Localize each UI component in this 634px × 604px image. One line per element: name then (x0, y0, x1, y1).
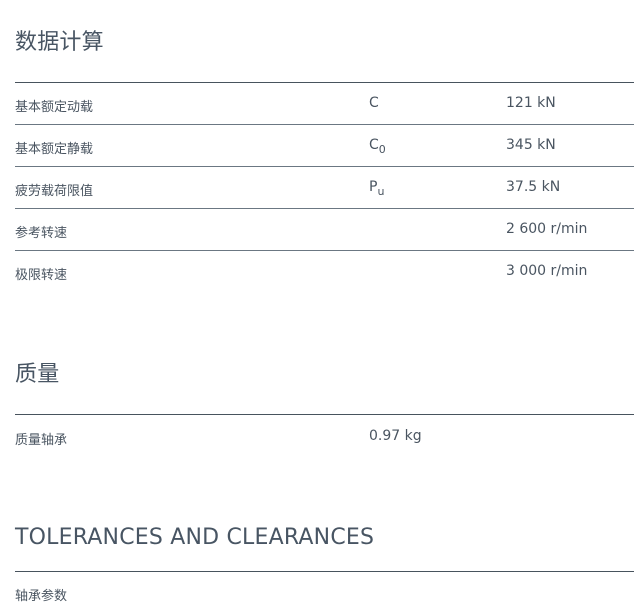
calculation-section-title: 数据计算 (15, 30, 104, 55)
spec-symbol: C0 (369, 137, 386, 156)
spec-label: 疲劳载荷限值 (15, 184, 94, 199)
spec-value: 2 600 r/min (506, 221, 588, 237)
tolerances-first-row-label: 轴承参数 (15, 589, 68, 604)
spec-label: 极限转速 (15, 268, 68, 283)
spec-label: 参考转速 (15, 226, 68, 241)
spec-value: 0.97 kg (369, 428, 422, 444)
spec-row-reference-speed: 参考转速 2 600 r/min (15, 209, 634, 251)
spec-symbol: Pu (369, 179, 385, 198)
spec-value: 345 kN (506, 137, 556, 153)
spec-value: 3 000 r/min (506, 263, 588, 279)
spec-row-bearing-mass: 质量轴承 0.97 kg (15, 416, 634, 458)
spec-value: 121 kN (506, 95, 556, 111)
spec-row-fatigue-limit: 疲劳载荷限值 Pu 37.5 kN (15, 167, 634, 209)
mass-section-title: 质量 (15, 362, 60, 387)
spec-row-limiting-speed: 极限转速 3 000 r/min (15, 251, 634, 293)
spec-symbol: C (369, 95, 379, 111)
spec-value: 37.5 kN (506, 179, 561, 195)
tolerances-section-title: TOLERANCES AND CLEARANCES (15, 525, 375, 550)
spec-row-static-load: 基本额定静载 C0 345 kN (15, 125, 634, 167)
spec-label: 基本额定动载 (15, 100, 94, 115)
spec-label: 基本额定静载 (15, 142, 94, 157)
tolerances-header-divider (15, 571, 634, 572)
spec-row-dynamic-load: 基本额定动载 C 121 kN (15, 83, 634, 125)
spec-label: 质量轴承 (15, 433, 68, 448)
mass-header-divider (15, 414, 634, 415)
